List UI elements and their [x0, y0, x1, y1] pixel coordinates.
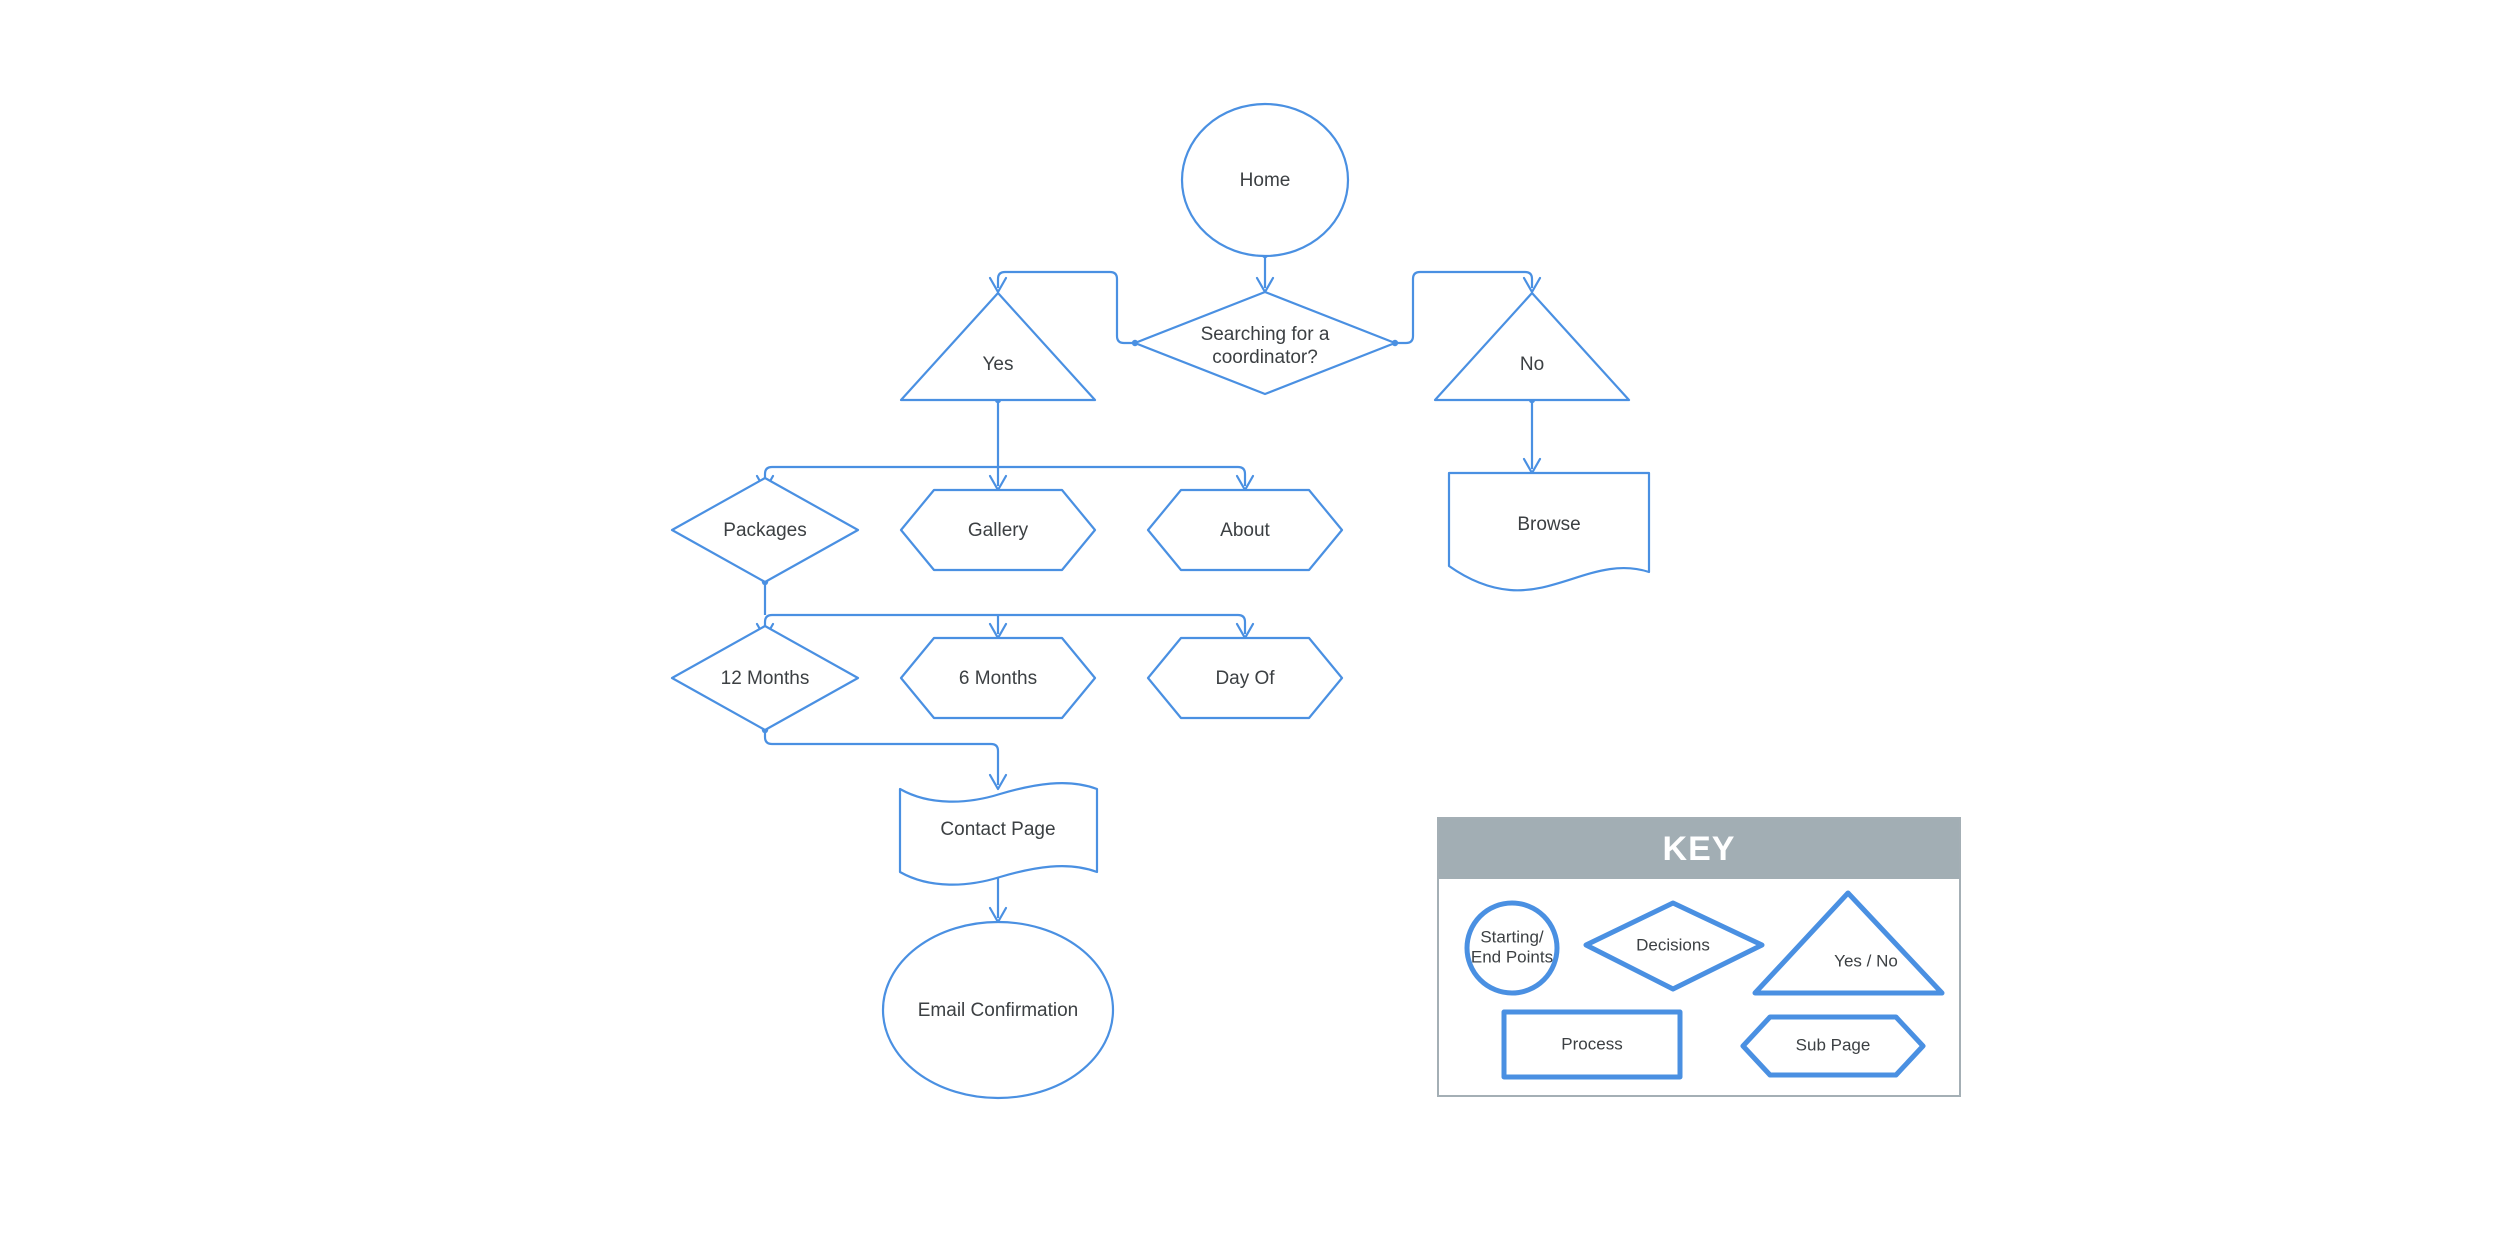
node-home[interactable]: Home	[1180, 102, 1350, 258]
key-item-starting-end-points: Starting/ End Points	[1464, 900, 1560, 996]
node-browse[interactable]: Browse	[1447, 471, 1651, 592]
key-hexagon-label: Sub Page	[1796, 1035, 1871, 1054]
decision-label-line1: Searching for a	[1201, 324, 1330, 345]
no-label: No	[1520, 354, 1544, 375]
node-day-of[interactable]: Day Of	[1146, 636, 1344, 720]
node-packages[interactable]: Packages	[670, 476, 860, 584]
node-yes[interactable]: Yes	[899, 291, 1097, 402]
yes-triangle-shape	[899, 291, 1097, 402]
key-circle-label-line2: End Points	[1471, 947, 1553, 966]
key-diamond-label: Decisions	[1636, 935, 1710, 954]
about-label: About	[1220, 520, 1270, 541]
key-panel: KEY Starting/ End Points Decisions Yes /…	[1437, 817, 1961, 1097]
yes-label: Yes	[983, 354, 1014, 375]
node-searching-decision[interactable]: Searching for a coordinator?	[1133, 290, 1397, 396]
email-label: Email Confirmation	[918, 1000, 1079, 1021]
key-item-process: Process	[1501, 1009, 1683, 1080]
key-title: KEY	[1663, 830, 1736, 868]
dayof-label: Day Of	[1215, 668, 1275, 689]
contact-label: Contact Page	[940, 819, 1055, 840]
months12-label: 12 Months	[721, 668, 810, 689]
node-gallery[interactable]: Gallery	[899, 488, 1097, 572]
connector-12months-to-contact	[763, 730, 1000, 785]
key-circle-label-line1: Starting/	[1480, 927, 1544, 946]
key-item-sub-page: Sub Page	[1740, 1014, 1926, 1078]
node-no[interactable]: No	[1433, 291, 1631, 402]
key-rectangle-label: Process	[1561, 1034, 1622, 1053]
node-contact-page[interactable]: Contact Page	[898, 782, 1099, 886]
months6-label: 6 Months	[959, 668, 1037, 689]
key-triangle-label: Yes / No	[1834, 951, 1898, 970]
browse-label: Browse	[1517, 514, 1580, 535]
packages-label: Packages	[723, 520, 806, 541]
node-email-confirmation[interactable]: Email Confirmation	[881, 920, 1115, 1100]
node-12-months[interactable]: 12 Months	[670, 624, 860, 732]
connectors-group	[755, 251, 1542, 924]
node-6-months[interactable]: 6 Months	[899, 636, 1097, 720]
decision-label-line2: coordinator?	[1212, 347, 1318, 368]
gallery-label: Gallery	[968, 520, 1029, 541]
flowchart-canvas: Home Searching for a coordinator? Yes No…	[670, 102, 1961, 1100]
no-triangle-shape	[1433, 291, 1631, 402]
home-label: Home	[1240, 170, 1291, 191]
node-about[interactable]: About	[1146, 488, 1344, 572]
